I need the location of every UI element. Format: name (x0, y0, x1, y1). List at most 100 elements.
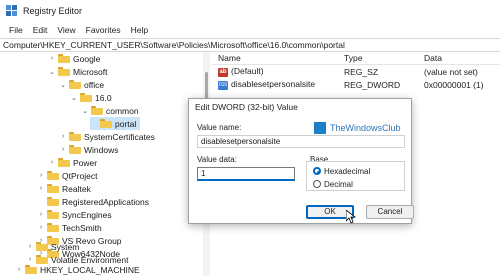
tree-item-label: TechSmith (62, 222, 102, 233)
values-header: Name Type Data (212, 52, 500, 65)
tree-item-label: common (106, 105, 139, 116)
menu-bar: File Edit View Favorites Help (0, 22, 500, 37)
tree-item-hkey-local-machine[interactable]: › HKEY_LOCAL_MACHINE (15, 263, 140, 276)
folder-icon (47, 197, 59, 206)
tree-item-office[interactable]: ⌄ office (59, 78, 104, 91)
tree-item-syncengines[interactable]: › SyncEngines (37, 208, 112, 221)
decimal-label[interactable]: Decimal (324, 180, 353, 189)
value-name-field[interactable]: disablesetpersonalsite (197, 135, 405, 148)
tree-item-techsmith[interactable]: › TechSmith (37, 221, 102, 234)
folder-icon (69, 132, 81, 141)
tree-item-label: SystemCertificates (84, 131, 155, 142)
watermark-text: TheWindowsClub (330, 123, 401, 133)
tree-item-portal[interactable]: portal (90, 117, 141, 130)
chevron-right-icon[interactable]: › (37, 185, 45, 193)
tree-item-label: 16.0 (95, 92, 112, 103)
tree-item-label: HKEY_LOCAL_MACHINE (40, 264, 140, 275)
tree-item-label: SyncEngines (62, 209, 112, 220)
chevron-right-icon[interactable]: › (37, 224, 45, 232)
cancel-button[interactable]: Cancel (366, 205, 414, 219)
folder-icon (69, 80, 81, 89)
tree-item-microsoft[interactable]: ⌄ Microsoft (48, 65, 107, 78)
tree-item-16-0[interactable]: ⌄ 16.0 (70, 91, 112, 104)
tree-item-windows[interactable]: › Windows (59, 143, 119, 156)
tree-item-label: Windows (84, 144, 119, 155)
title-bar: Registry Editor (0, 0, 500, 22)
value-row[interactable]: ab (Default) REG_SZ (value not set) (212, 65, 500, 78)
folder-icon (47, 184, 59, 193)
value-type: REG_SZ (344, 66, 379, 77)
chevron-right-icon[interactable]: › (59, 133, 67, 141)
tree-item-label: Power (73, 157, 98, 168)
tree-item-realtek[interactable]: › Realtek (37, 182, 91, 195)
value-type: REG_DWORD (344, 79, 401, 90)
folder-icon (58, 158, 70, 167)
folder-icon (25, 265, 37, 274)
value-data-label: Value data: (197, 155, 237, 164)
folder-icon (47, 210, 59, 219)
folder-icon (91, 106, 103, 115)
folder-icon (58, 67, 70, 76)
value-name-cell: ab (Default) (212, 66, 338, 77)
value-data: (value not set) (424, 66, 478, 77)
chevron-right-icon[interactable]: › (26, 243, 34, 251)
menu-help[interactable]: Help (126, 25, 153, 35)
chevron-right-icon[interactable]: › (37, 172, 45, 180)
value-name-cell: 010 disablesetpersonalsite (212, 79, 338, 90)
mouse-cursor-icon (346, 210, 356, 224)
chevron-down-icon[interactable]: ⌄ (59, 81, 67, 89)
chevron-right-icon[interactable]: › (59, 146, 67, 154)
folder-icon (80, 93, 92, 102)
hexadecimal-radio[interactable] (313, 167, 321, 175)
watermark-logo-icon (314, 122, 326, 134)
value-row[interactable]: 010 disablesetpersonalsite REG_DWORD 0x00… (212, 78, 500, 91)
folder-icon (58, 54, 70, 63)
folder-icon (36, 242, 48, 251)
column-data[interactable]: Data (418, 52, 500, 64)
tree-item-registeredapplications[interactable]: RegisteredApplications (37, 195, 149, 208)
chevron-right-icon[interactable]: › (48, 159, 56, 167)
decimal-radio[interactable] (313, 180, 321, 188)
chevron-down-icon[interactable]: ⌄ (48, 68, 56, 76)
tree-item-google[interactable]: › Google (48, 52, 101, 65)
tree-item-label: Realtek (62, 183, 91, 194)
address-bar[interactable]: Computer\HKEY_CURRENT_USER\Software\Poli… (0, 38, 500, 52)
hexadecimal-label[interactable]: Hexadecimal (324, 167, 370, 176)
value-data-field[interactable]: 1 (197, 167, 295, 181)
menu-view[interactable]: View (52, 25, 80, 35)
chevron-right-icon[interactable]: › (15, 266, 23, 274)
chevron-down-icon[interactable]: ⌄ (81, 107, 89, 115)
tree-item-label: System (51, 241, 80, 252)
menu-file[interactable]: File (4, 25, 28, 35)
dword-value-icon: 010 (218, 80, 228, 90)
chevron-right-icon[interactable]: › (48, 55, 56, 63)
tree-item-label: Google (73, 53, 101, 64)
tree-item-label: QtProject (62, 170, 98, 181)
tree-item-system[interactable]: › System (26, 240, 80, 253)
tree-item-label: Microsoft (73, 66, 108, 77)
folder-open-icon (100, 119, 112, 128)
key-tree: › Google ⌄ Microsoft ⌄ office ⌄ 16.0 ⌄ c… (0, 52, 210, 276)
value-name-label: Value name: (197, 123, 242, 132)
base-group (306, 161, 405, 191)
window-title: Registry Editor (23, 6, 83, 16)
chevron-down-icon[interactable]: ⌄ (70, 94, 78, 102)
menu-edit[interactable]: Edit (28, 25, 53, 35)
watermark: TheWindowsClub (314, 122, 401, 134)
value-name: disablesetpersonalsite (231, 79, 316, 90)
tree-item-label: office (84, 79, 105, 90)
tree-item-systemcertificates[interactable]: › SystemCertificates (59, 130, 155, 143)
tree-item-qtproject[interactable]: › QtProject (37, 169, 98, 182)
menu-favorites[interactable]: Favorites (81, 25, 126, 35)
tree-item-power[interactable]: › Power (48, 156, 97, 169)
dialog-title: Edit DWORD (32-bit) Value (195, 102, 298, 112)
tree-item-label: RegisteredApplications (62, 196, 149, 207)
tree-item-common[interactable]: ⌄ common (81, 104, 139, 117)
chevron-right-icon[interactable]: › (37, 211, 45, 219)
registry-editor-icon (6, 5, 18, 17)
column-name[interactable]: Name (212, 52, 338, 64)
value-name: (Default) (231, 66, 264, 77)
folder-icon (69, 145, 81, 154)
column-type[interactable]: Type (338, 52, 418, 64)
